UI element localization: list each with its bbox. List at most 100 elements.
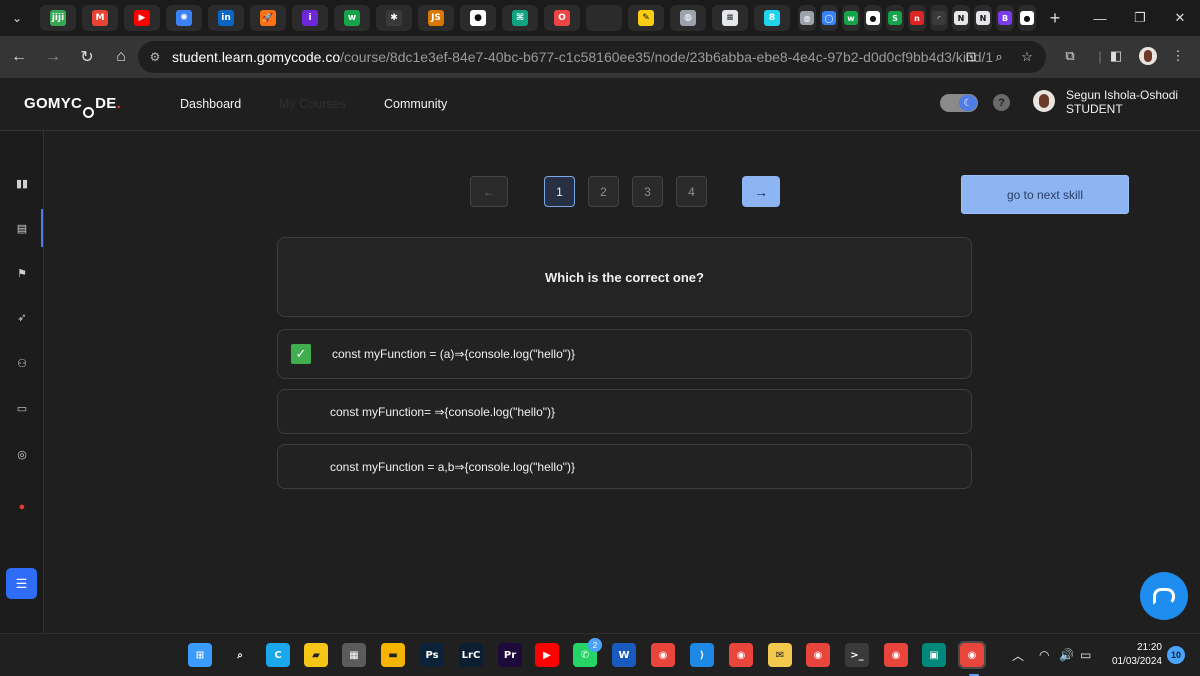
browser-tab-pinned[interactable]: w [842,5,860,31]
chrome-active-icon[interactable]: ◉ [958,641,986,669]
copilot-icon[interactable]: C [266,643,290,667]
users-icon[interactable]: ⚇ [11,352,33,374]
browser-tab[interactable] [586,5,622,31]
answer-option[interactable]: const myFunction= ⇒{console.log("hello")… [277,389,972,434]
browser-tab[interactable]: in [208,5,244,31]
search-icon[interactable]: ⌕ [228,643,252,667]
battery-icon[interactable]: ▭ [1080,645,1091,665]
address-bar[interactable]: ⚙ student.learn.gomycode.co/course/8dc1e… [138,41,1046,73]
page-button-2[interactable]: 2 [588,176,619,207]
chrome-profile-icon[interactable]: ◉ [806,643,830,667]
user-info[interactable]: Segun Ishola-Oshodi STUDENT [1066,88,1178,116]
forward-icon[interactable]: → [38,42,68,72]
target-icon[interactable]: ◎ [11,443,33,465]
tab-search-chevron-icon[interactable]: ⌄ [0,0,34,36]
browser-tab[interactable]: ≡ [712,5,748,31]
next-page-button[interactable]: → [742,176,780,207]
close-icon[interactable]: ✕ [1160,0,1200,36]
mail-icon[interactable]: ✉ [768,643,792,667]
rocket-icon[interactable]: ➶ [11,306,33,328]
browser-tab[interactable]: ✱ [376,5,412,31]
side-panel-icon[interactable]: ◧ [1104,42,1128,70]
profile-avatar-icon[interactable] [1136,42,1160,70]
chat-button[interactable] [1140,572,1188,620]
browser-tab-pinned[interactable]: B [996,5,1014,31]
page-button-3[interactable]: 3 [632,176,663,207]
lightroom-classic-icon[interactable]: LrC [459,643,483,667]
theme-toggle[interactable]: ☾ [940,94,978,112]
restore-icon[interactable]: ❐ [1120,0,1160,36]
browser-tab[interactable]: ◍ [670,5,706,31]
nav-my-courses[interactable]: My Courses [279,97,346,111]
volume-icon[interactable]: 🔊 [1059,645,1074,665]
reload-icon[interactable]: ↻ [72,42,102,72]
wifi-icon[interactable]: ◠ [1039,645,1049,665]
youtube-icon[interactable]: ▶ [535,643,559,667]
browser-tab[interactable]: i [292,5,328,31]
laptop-icon[interactable]: ▭ [11,397,33,419]
browser-tab[interactable]: M [82,5,118,31]
premiere-icon[interactable]: Pr [498,643,522,667]
document-icon[interactable]: ▤ [11,217,33,239]
page-button-1[interactable]: 1 [544,176,575,207]
meet-icon[interactable]: ▣ [922,643,946,667]
browser-menu-icon[interactable]: ⋮ [1166,42,1190,70]
flag-icon[interactable]: ⚑ [11,262,33,284]
vscode-icon[interactable]: ⟩ [690,643,714,667]
minimize-icon[interactable]: — [1080,0,1120,36]
page-button-4[interactable]: 4 [676,176,707,207]
chevron-up-icon[interactable]: ︿ [1012,645,1024,665]
checkbox-checked-icon[interactable]: ✓ [291,344,311,364]
browser-tab-pinned[interactable]: ◯ [820,5,838,31]
nav-dashboard[interactable]: Dashboard [180,97,241,111]
browser-tab[interactable]: ▶ [124,5,160,31]
browser-tab[interactable]: w [334,5,370,31]
browser-tab[interactable]: ✺ [166,5,202,31]
browser-tab-pinned[interactable]: ◜ [930,5,948,31]
back-icon[interactable]: ← [4,42,34,72]
browser-tab[interactable]: JS [418,5,454,31]
help-icon[interactable]: ? [993,94,1010,111]
browser-tab[interactable]: 8 [754,5,790,31]
calculator-icon[interactable]: ▦ [342,643,366,667]
photoshop-icon[interactable]: Ps [420,643,444,667]
word-icon[interactable]: W [612,643,636,667]
browser-tab[interactable]: ✎ [628,5,664,31]
notification-badge[interactable]: 10 [1167,646,1185,664]
chrome-profile-icon[interactable]: ◉ [729,643,753,667]
browser-tab[interactable]: ● [460,5,496,31]
chrome-icon[interactable]: ◉ [651,643,675,667]
site-info-icon[interactable]: ⚙ [138,50,172,64]
sticky-notes-icon[interactable]: ▰ [304,643,328,667]
browser-tab[interactable]: ⌘ [502,5,538,31]
clock[interactable]: 21:20 01/03/2024 [1102,641,1162,669]
answer-option[interactable]: const myFunction = a,b⇒{console.log("hel… [277,444,972,489]
stats-icon[interactable]: ▮▮ [11,172,33,194]
install-app-icon[interactable]: ⊡ [960,47,982,67]
avatar[interactable] [1033,90,1055,112]
browser-tab-pinned[interactable]: N [974,5,992,31]
browser-tab-pinned[interactable]: ● [864,5,882,31]
file-explorer-icon[interactable]: ▬ [381,643,405,667]
terminal-icon[interactable]: >_ [845,643,869,667]
browser-tab-pinned[interactable]: S [886,5,904,31]
browser-tab-pinned[interactable]: ● [1018,5,1036,31]
new-tab-button[interactable]: + [1042,5,1068,31]
browser-tab[interactable]: O [544,5,580,31]
red-badge-icon[interactable]: ● [11,496,33,518]
browser-tab-pinned[interactable]: N [952,5,970,31]
chrome-profile-icon[interactable]: ◉ [884,643,908,667]
home-icon[interactable]: ⌂ [106,42,136,72]
zoom-icon[interactable]: ⌕ [988,47,1010,67]
bookmark-star-icon[interactable]: ☆ [1016,47,1038,67]
browser-tab[interactable]: 🚀 [250,5,286,31]
list-icon[interactable]: ☰ [6,568,37,599]
windows-start-icon[interactable]: ⊞ [188,643,212,667]
nav-community[interactable]: Community [384,97,447,111]
gomycode-logo[interactable]: GOMYCODE. [24,95,121,118]
answer-option[interactable]: ✓ const myFunction = (a)⇒{console.log("h… [277,329,972,379]
extensions-icon[interactable]: ⧉ [1058,42,1082,70]
browser-tab-pinned[interactable]: n [908,5,926,31]
browser-tab[interactable]: jiji [40,5,76,31]
browser-tab-pinned[interactable]: ◍ [798,5,816,31]
